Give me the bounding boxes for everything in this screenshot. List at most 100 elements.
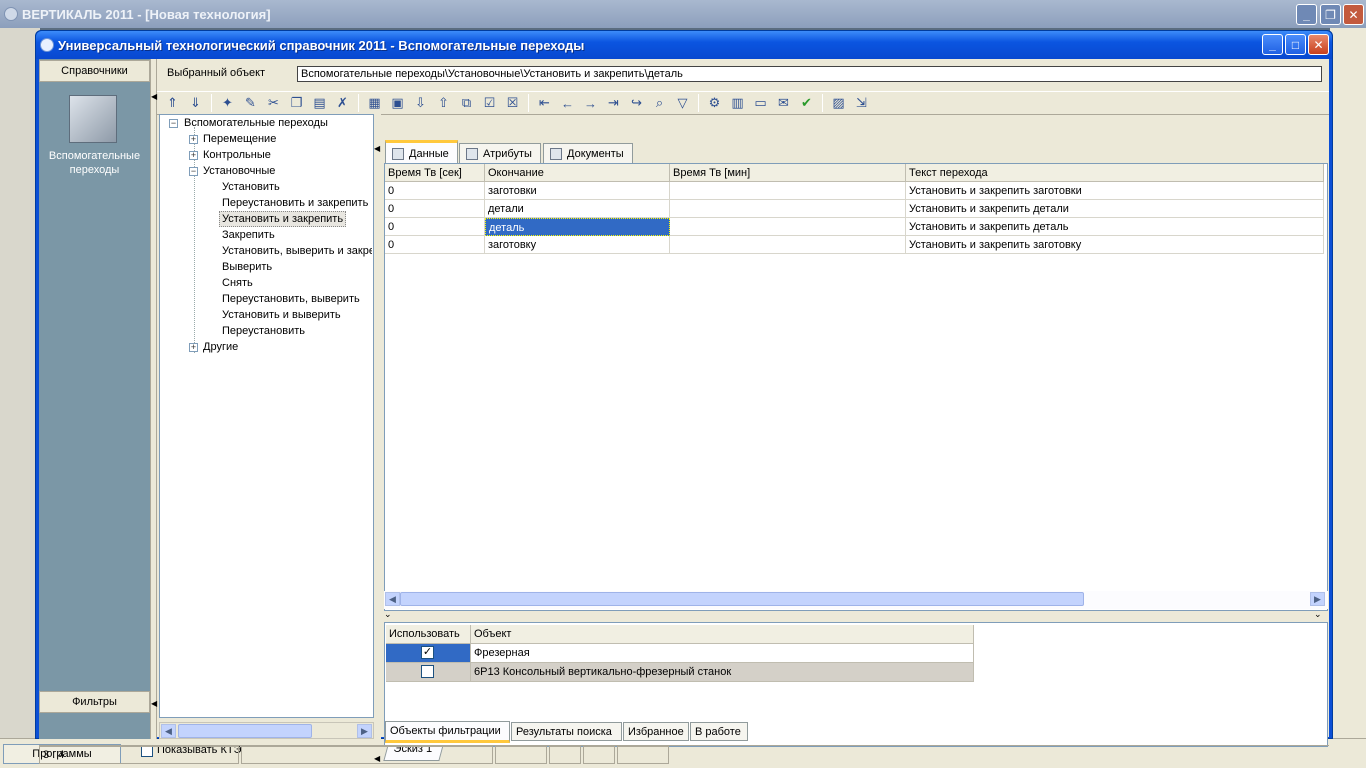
collapse-arrow-icon[interactable]: ◀ bbox=[151, 699, 157, 708]
folder-icon[interactable]: ▣ bbox=[389, 94, 407, 112]
column-header[interactable]: Текст перехода bbox=[906, 164, 1324, 182]
copy-icon[interactable]: ❐ bbox=[288, 94, 306, 112]
tree-item[interactable]: Установить bbox=[220, 179, 282, 195]
object-cell[interactable]: Фрезерная bbox=[471, 644, 974, 663]
use-checkbox[interactable] bbox=[421, 665, 434, 678]
close-button[interactable]: ✕ bbox=[1308, 34, 1329, 55]
grid-cell[interactable]: Установить и закрепить заготовку bbox=[906, 236, 1324, 254]
scroll-right-icon[interactable]: ▶ bbox=[1310, 592, 1325, 606]
maximize-button[interactable]: □ bbox=[1285, 34, 1306, 55]
grid-cell[interactable] bbox=[670, 200, 906, 218]
use-cell[interactable] bbox=[386, 663, 471, 682]
tree-item[interactable]: Переустановить, выверить bbox=[220, 291, 362, 307]
outer-close-button[interactable]: ✕ bbox=[1343, 4, 1364, 25]
scroll-left-icon[interactable]: ◀ bbox=[161, 724, 176, 738]
new-icon[interactable]: ✦ bbox=[219, 94, 237, 112]
copy-doc-icon[interactable]: ⧉ bbox=[458, 94, 476, 112]
filters-button[interactable]: Фильтры bbox=[39, 691, 150, 713]
grid-cell[interactable]: 0 bbox=[385, 236, 485, 254]
nav-item-label[interactable]: Вспомогательные переходы bbox=[39, 149, 150, 177]
tree-item[interactable]: Установить, выверить и закрепить bbox=[220, 243, 372, 259]
grid-cell[interactable]: Установить и закрепить заготовки bbox=[906, 182, 1324, 200]
column-header[interactable]: Окончание bbox=[485, 164, 670, 182]
accept-icon[interactable]: ✔ bbox=[798, 94, 816, 112]
tab-in-work[interactable]: В работе bbox=[690, 722, 748, 741]
column-header[interactable]: Время Тв [сек] bbox=[385, 164, 485, 182]
tree-scrollbar[interactable]: ◀ ▶ bbox=[159, 722, 374, 739]
collapse-arrow-icon[interactable]: ◀ bbox=[374, 144, 380, 153]
outer-restore-button[interactable]: ❐ bbox=[1320, 4, 1341, 25]
grid-cell[interactable]: Установить и закрепить детали bbox=[906, 200, 1324, 218]
last-icon[interactable]: ⇥ bbox=[605, 94, 623, 112]
collapse-icon[interactable]: − bbox=[189, 167, 198, 176]
use-checkbox[interactable]: ✓ bbox=[421, 646, 434, 659]
column-header[interactable]: Время Тв [мин] bbox=[670, 164, 906, 182]
find-icon[interactable]: ⌕ bbox=[651, 94, 669, 112]
use-cell[interactable]: ✓ bbox=[386, 644, 471, 663]
grid-cell[interactable]: 0 bbox=[385, 182, 485, 200]
import-icon[interactable]: ⇩ bbox=[412, 94, 430, 112]
collapse-icon[interactable]: − bbox=[169, 119, 178, 128]
tree-item[interactable]: Снять bbox=[220, 275, 255, 291]
tree-item[interactable]: Закрепить bbox=[220, 227, 277, 243]
tree-item[interactable]: Переустановить и закрепить bbox=[220, 195, 370, 211]
first-icon[interactable]: ⇤ bbox=[536, 94, 554, 112]
prev-icon[interactable]: ← bbox=[559, 94, 577, 112]
delete-icon[interactable]: ✗ bbox=[334, 94, 352, 112]
grid-cell[interactable]: детали bbox=[485, 200, 670, 218]
grid-cell[interactable]: заготовки bbox=[485, 182, 670, 200]
tree-item-selected[interactable]: Установить и закрепить bbox=[219, 211, 347, 227]
minimize-button[interactable]: _ bbox=[1262, 34, 1283, 55]
tree-group[interactable]: Контрольные bbox=[201, 147, 273, 163]
expand-icon[interactable]: + bbox=[189, 343, 198, 352]
tree-root[interactable]: Вспомогательные переходы bbox=[182, 115, 330, 131]
grid-cell[interactable] bbox=[670, 218, 906, 236]
tree-item[interactable]: Выверить bbox=[220, 259, 274, 275]
doc-icon[interactable]: ▦ bbox=[366, 94, 384, 112]
book-icon[interactable]: ▨ bbox=[830, 94, 848, 112]
cut-icon[interactable]: ✂ bbox=[265, 94, 283, 112]
tree-group[interactable]: Перемещение bbox=[201, 131, 278, 147]
tree-item[interactable]: Переустановить bbox=[220, 323, 307, 339]
edit-icon[interactable]: ✎ bbox=[242, 94, 260, 112]
table-icon[interactable]: ▥ bbox=[729, 94, 747, 112]
grid-scrollbar[interactable]: ◀ ▶ bbox=[384, 591, 1328, 609]
mail-icon[interactable]: ✉ bbox=[775, 94, 793, 112]
move-up-icon[interactable]: ⇑ bbox=[164, 94, 182, 112]
object-cell[interactable]: 6Р13 Консольный вертикально-фрезерный ст… bbox=[471, 663, 974, 682]
paste-icon[interactable]: ▤ bbox=[311, 94, 329, 112]
tree-item[interactable]: Установить и выверить bbox=[220, 307, 343, 323]
window-icon[interactable]: ▭ bbox=[752, 94, 770, 112]
tab-favorites[interactable]: Избранное bbox=[623, 722, 689, 741]
scroll-thumb[interactable] bbox=[178, 724, 312, 738]
chevron-down-icon[interactable]: ⌄ bbox=[384, 609, 392, 620]
scroll-thumb[interactable] bbox=[400, 592, 1084, 606]
scroll-right-icon[interactable]: ▶ bbox=[357, 724, 372, 738]
tab-filter-objects[interactable]: Объекты фильтрации bbox=[385, 721, 510, 743]
column-header[interactable]: Объект bbox=[471, 625, 974, 644]
expand-icon[interactable]: + bbox=[189, 151, 198, 160]
tree-splitter[interactable]: ◀ ◀ bbox=[374, 114, 381, 763]
grid-cell[interactable] bbox=[670, 236, 906, 254]
grid-cell[interactable]: 0 bbox=[385, 200, 485, 218]
check-doc-icon[interactable]: ☑ bbox=[481, 94, 499, 112]
grid-cell-selected[interactable]: деталь bbox=[485, 218, 670, 236]
aux-transitions-icon[interactable] bbox=[69, 95, 117, 143]
goto-icon[interactable]: ↪ bbox=[628, 94, 646, 112]
move-down-icon[interactable]: ⇓ bbox=[187, 94, 205, 112]
tab-data[interactable]: Данные bbox=[385, 140, 458, 164]
expand-icon[interactable]: + bbox=[189, 135, 198, 144]
nav-splitter[interactable]: ◀ ◀ bbox=[150, 59, 157, 739]
tab-attributes[interactable]: Атрибуты bbox=[459, 143, 541, 164]
export-icon[interactable]: ⇧ bbox=[435, 94, 453, 112]
tab-documents[interactable]: Документы bbox=[543, 143, 633, 164]
scroll-left-icon[interactable]: ◀ bbox=[385, 592, 400, 606]
grid-cell[interactable] bbox=[670, 182, 906, 200]
tree-group[interactable]: Другие bbox=[201, 339, 240, 355]
outer-minimize-button[interactable]: _ bbox=[1296, 4, 1317, 25]
tool-icon[interactable]: ⚙ bbox=[706, 94, 724, 112]
column-header[interactable]: Использовать bbox=[386, 625, 471, 644]
next-icon[interactable]: → bbox=[582, 94, 600, 112]
tab-search-results[interactable]: Результаты поиска bbox=[511, 722, 622, 741]
grid-cell[interactable]: Установить и закрепить деталь bbox=[906, 218, 1324, 236]
